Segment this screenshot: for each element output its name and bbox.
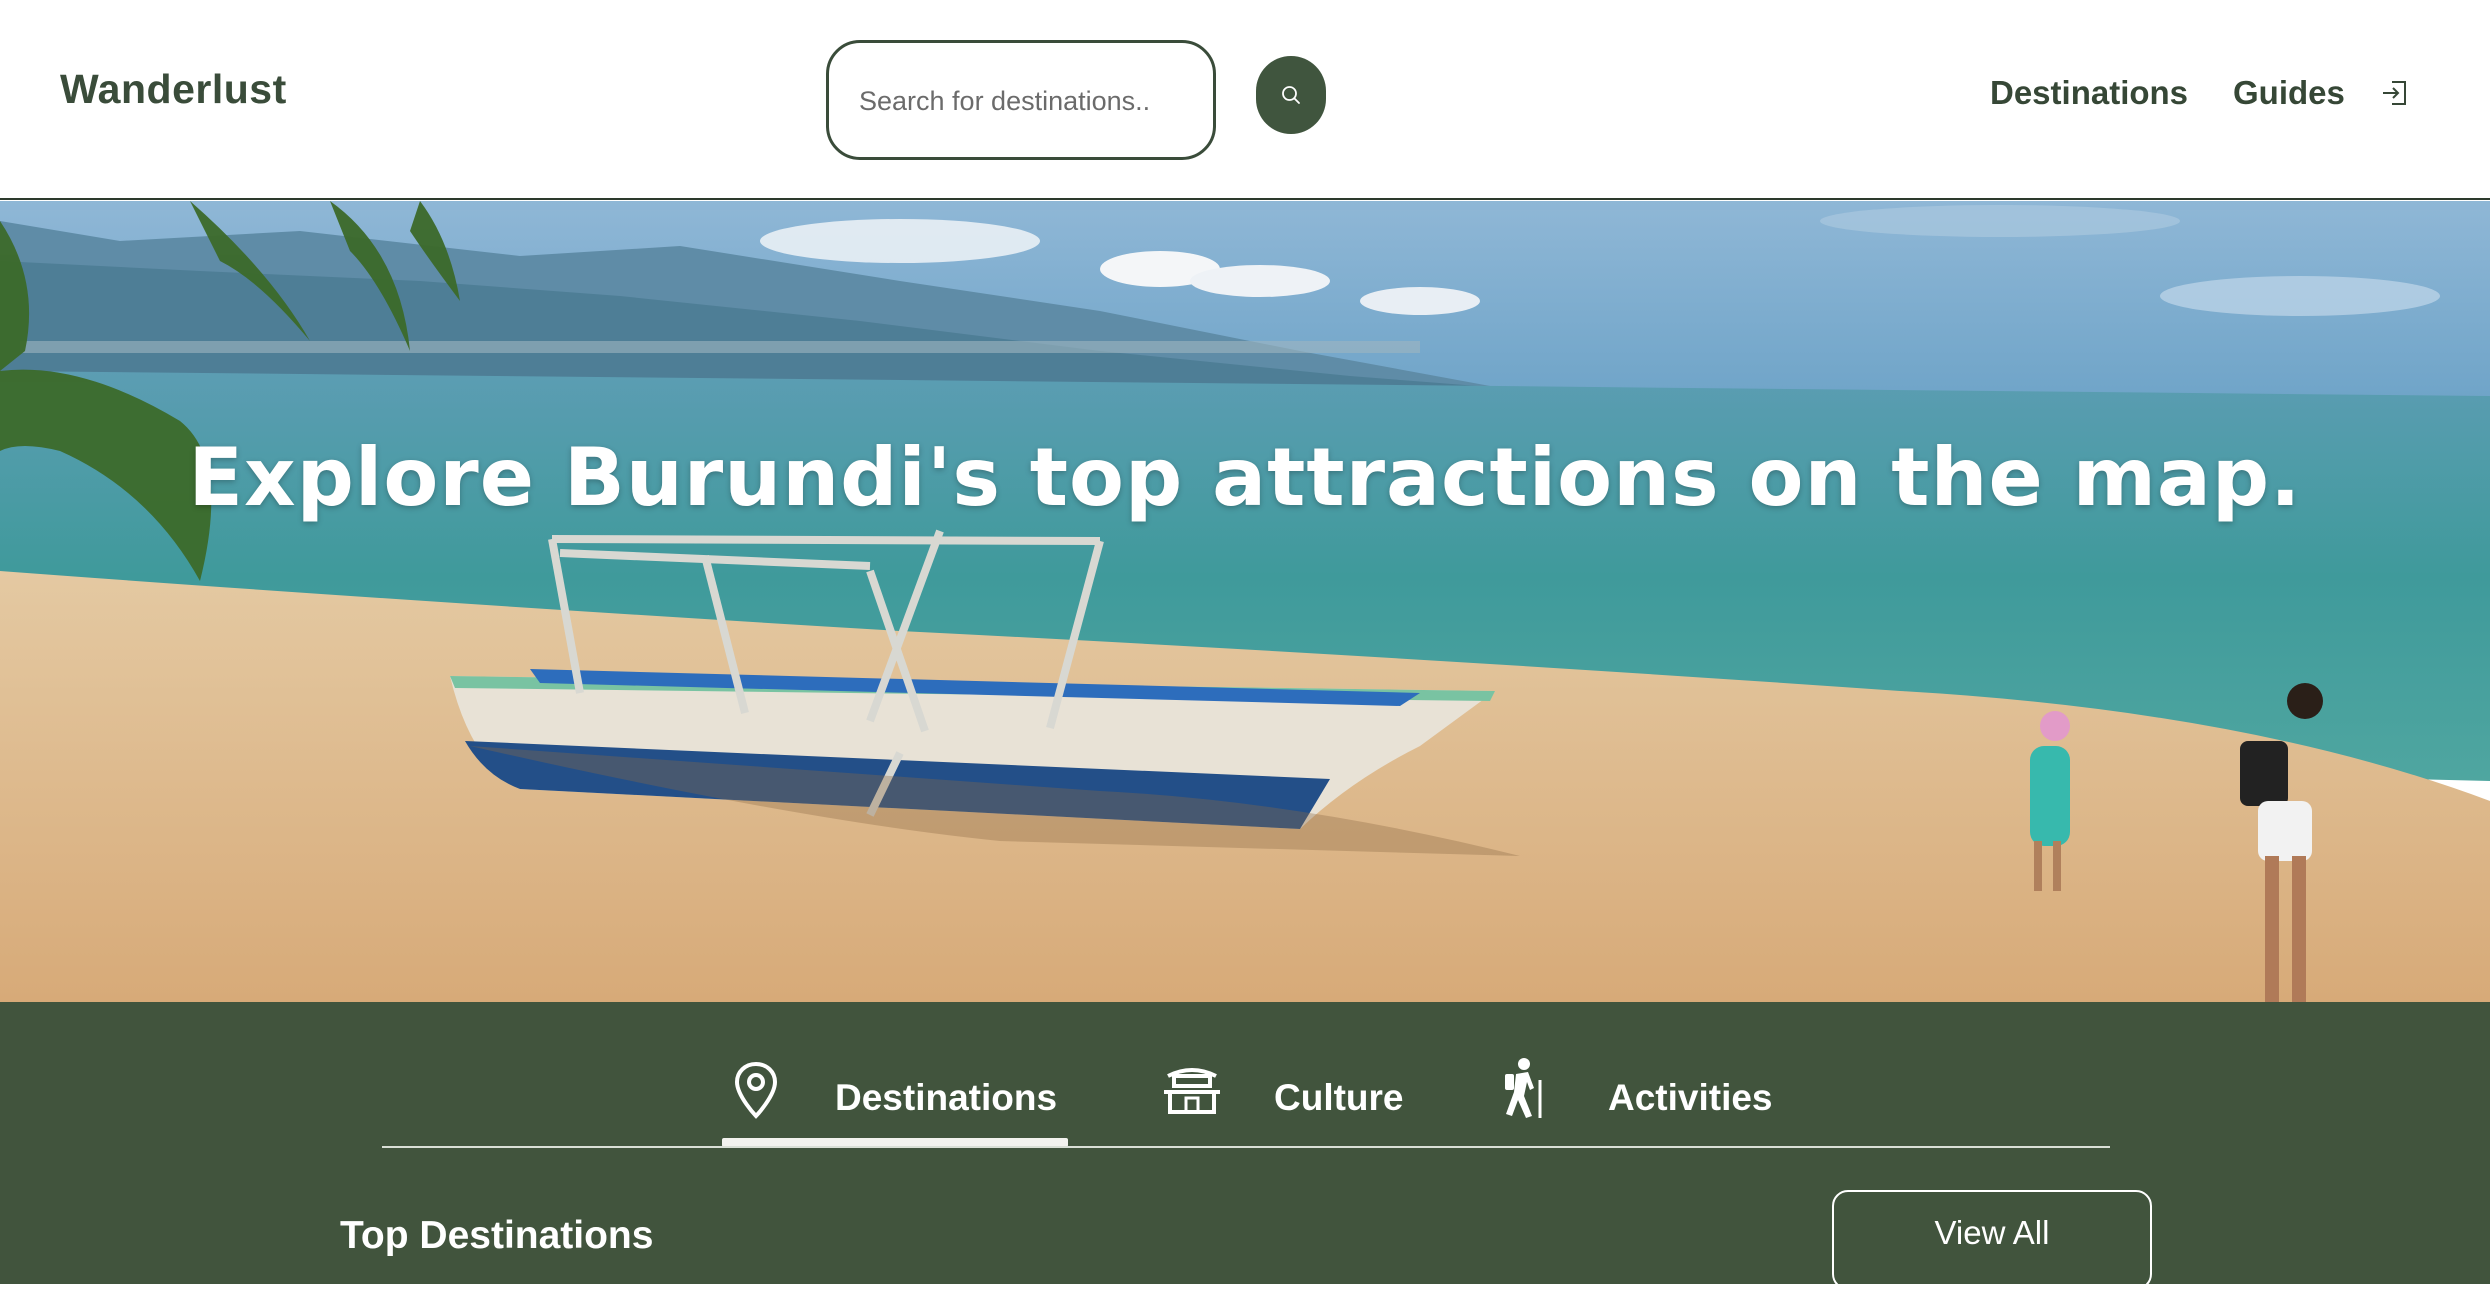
tab-activities[interactable]: Activities xyxy=(1496,1042,1796,1142)
logo[interactable]: Wanderlust xyxy=(60,66,287,113)
tab-culture[interactable]: Culture xyxy=(1160,1042,1420,1142)
login-icon[interactable] xyxy=(2380,78,2410,108)
site-header: Wanderlust Destinations Guides xyxy=(0,0,2490,200)
hero-title: Explore Burundi's top attractions on the… xyxy=(188,431,2302,524)
search-input[interactable] xyxy=(859,79,1179,123)
hero-banner: Explore Burundi's top attractions on the… xyxy=(0,201,2490,1002)
hiker-icon xyxy=(1505,1058,1542,1118)
tab-label: Destinations xyxy=(835,1077,1058,1118)
nav-guides[interactable]: Guides xyxy=(2233,74,2345,112)
search-button[interactable] xyxy=(1256,56,1326,134)
pagoda-icon xyxy=(1164,1068,1220,1114)
section-title: Top Destinations xyxy=(340,1214,654,1257)
map-pin-icon xyxy=(734,1061,778,1119)
tab-label: Culture xyxy=(1274,1077,1404,1118)
tabs-section: Destinations Culture Activities Top Dest… xyxy=(0,1002,2490,1290)
search-box[interactable] xyxy=(826,40,1216,160)
tabs-divider xyxy=(382,1146,2110,1148)
hero-image xyxy=(0,201,2490,1002)
tab-destinations[interactable]: Destinations xyxy=(722,1042,1068,1142)
nav-destinations[interactable]: Destinations xyxy=(1990,74,2188,112)
search-icon xyxy=(1282,86,1300,104)
tab-label: Activities xyxy=(1608,1077,1773,1118)
view-all-button[interactable]: View All xyxy=(1832,1190,2152,1290)
